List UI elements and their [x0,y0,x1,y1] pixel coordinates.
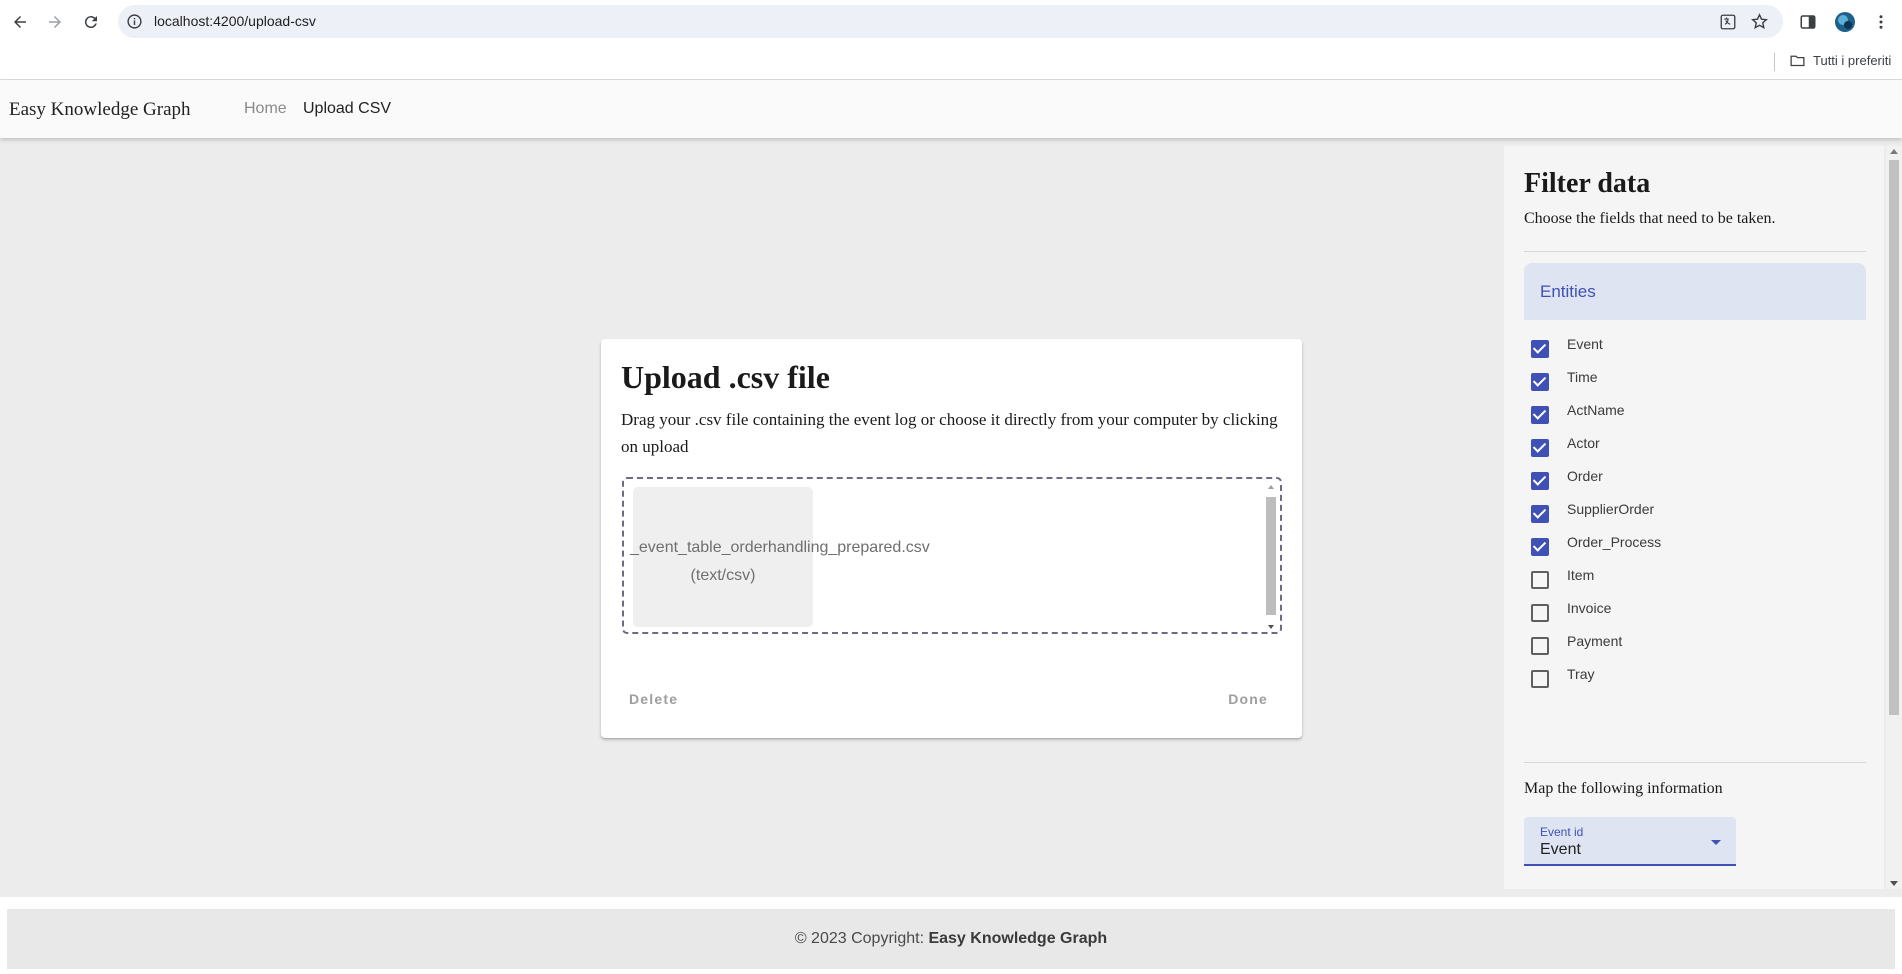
event-id-value[interactable]: Event [1540,841,1581,859]
app-navbar: Easy Knowledge Graph Home Upload CSV [0,80,1902,138]
entity-checkbox-row[interactable]: Order [1531,468,1831,494]
entity-checkbox-row[interactable]: Order_Process [1531,534,1831,560]
filter-title: Filter data [1524,168,1651,199]
dropdown-arrow-icon[interactable] [1711,840,1721,845]
dropzone-scrollbar[interactable] [1265,481,1277,631]
all-bookmarks-folder[interactable]: Tutti i preferiti [1789,52,1891,69]
entity-label[interactable]: Payment [1567,633,1622,649]
upload-card: Upload .csv file Drag your .csv file con… [601,339,1302,738]
entity-checkbox-row[interactable]: ActName [1531,402,1831,428]
side-panel-icon [1800,15,1816,29]
url-text[interactable]: localhost:4200/upload-csv [154,13,316,29]
back-button[interactable] [7,9,33,35]
bookmarks-bar: Tutti i preferiti [0,44,1902,80]
checkbox-unchecked-icon[interactable] [1531,670,1549,688]
address-bar[interactable]: localhost:4200/upload-csv [118,5,1783,38]
scroll-down-arrow-icon[interactable] [1890,881,1898,886]
entity-label[interactable]: SupplierOrder [1567,501,1654,517]
page-scrollbar[interactable] [1886,146,1902,889]
entity-label[interactable]: Tray [1567,666,1594,682]
side-panel-button[interactable] [1797,11,1819,33]
event-id-select[interactable]: Event id Event [1524,817,1736,866]
entity-checkbox-row[interactable]: Time [1531,369,1831,395]
checkbox-unchecked-icon[interactable] [1531,637,1549,655]
entity-checkbox-row[interactable]: Tray [1531,666,1831,692]
upload-title: Upload .csv file [621,359,830,395]
all-bookmarks-label[interactable]: Tutti i preferiti [1813,53,1891,68]
file-name: _event_table_orderhandling_prepared.csv [630,539,930,556]
checkbox-checked-icon[interactable] [1531,472,1549,490]
done-button[interactable]: Done [1228,691,1268,707]
file-dropzone[interactable]: _event_table_orderhandling_prepared.csv … [622,477,1282,634]
filter-subtitle: Choose the fields that need to be taken. [1524,210,1776,227]
file-preview: _event_table_orderhandling_prepared.csv … [630,487,930,627]
footer-brand: Easy Knowledge Graph [928,930,1108,947]
entity-checkbox-row[interactable]: Event [1531,336,1831,362]
reload-button[interactable] [78,9,104,35]
bookmarks-separator [1774,53,1775,71]
entity-label[interactable]: Item [1567,567,1594,583]
file-type: (text/csv) [690,567,756,584]
filter-panel: Filter data Choose the fields that need … [1504,146,1884,889]
upload-description: Drag your .csv file containing the event… [621,410,1278,456]
entity-label[interactable]: Actor [1567,435,1600,451]
browser-toolbar: localhost:4200/upload-csv [0,0,1902,44]
checkbox-checked-icon[interactable] [1531,373,1549,391]
entity-label[interactable]: Time [1567,369,1598,385]
divider [1524,762,1866,763]
entity-label[interactable]: Order [1567,468,1603,484]
avatar-icon [1835,12,1855,32]
entity-checkbox-row[interactable]: Actor [1531,435,1831,461]
scroll-up-arrow-icon[interactable] [1268,485,1274,489]
nav-link-upload-csv[interactable]: Upload CSV [303,100,391,118]
checkbox-checked-icon[interactable] [1531,406,1549,424]
checkbox-unchecked-icon[interactable] [1531,604,1549,622]
arrow-right-icon [49,16,61,28]
map-title: Map the following information [1524,780,1723,797]
nav-link-home[interactable]: Home [244,100,287,118]
checkbox-checked-icon[interactable] [1531,340,1549,358]
checkbox-checked-icon[interactable] [1531,538,1549,556]
entity-checkbox-row[interactable]: SupplierOrder [1531,501,1831,527]
entity-label[interactable]: ActName [1567,402,1625,418]
divider [1524,251,1866,252]
entity-checkbox-row[interactable]: Invoice [1531,600,1831,626]
entity-label[interactable]: Order_Process [1567,534,1661,550]
scroll-up-arrow-icon[interactable] [1890,149,1898,154]
profile-avatar[interactable] [1834,11,1856,33]
menu-button[interactable] [1870,11,1892,33]
scrollbar-thumb[interactable] [1889,160,1899,715]
checkbox-checked-icon[interactable] [1531,439,1549,457]
entity-checkbox-row[interactable]: Item [1531,567,1831,593]
folder-icon [1790,55,1805,67]
bookmark-star-icon[interactable] [1750,12,1769,31]
info-icon[interactable] [126,13,143,30]
forward-button[interactable] [42,9,68,35]
footer-copyright: © 2023 Copyright: [794,930,929,947]
event-id-label: Event id [1540,825,1584,839]
checkbox-unchecked-icon[interactable] [1531,571,1549,589]
footer-wrapper: © 2023 Copyright: Easy Knowledge Graph [0,897,1902,974]
main-content: Upload .csv file Drag your .csv file con… [0,138,1902,897]
entity-checkbox-row[interactable]: Payment [1531,633,1831,659]
arrow-left-icon [14,16,26,28]
delete-button[interactable]: Delete [629,691,678,707]
footer: © 2023 Copyright: Easy Knowledge Graph [7,909,1895,969]
entities-accordion-header[interactable]: Entities [1524,263,1866,320]
entities-label: Entities [1540,282,1596,301]
entity-label[interactable]: Event [1567,336,1603,352]
checkbox-checked-icon[interactable] [1531,505,1549,523]
translate-icon[interactable] [1719,13,1737,31]
reload-icon [84,16,97,29]
brand-title[interactable]: Easy Knowledge Graph [9,99,191,121]
more-vert-icon [1879,15,1883,29]
entity-label[interactable]: Invoice [1567,600,1611,616]
scrollbar-thumb[interactable] [1266,497,1276,615]
scroll-down-arrow-icon[interactable] [1268,625,1274,629]
